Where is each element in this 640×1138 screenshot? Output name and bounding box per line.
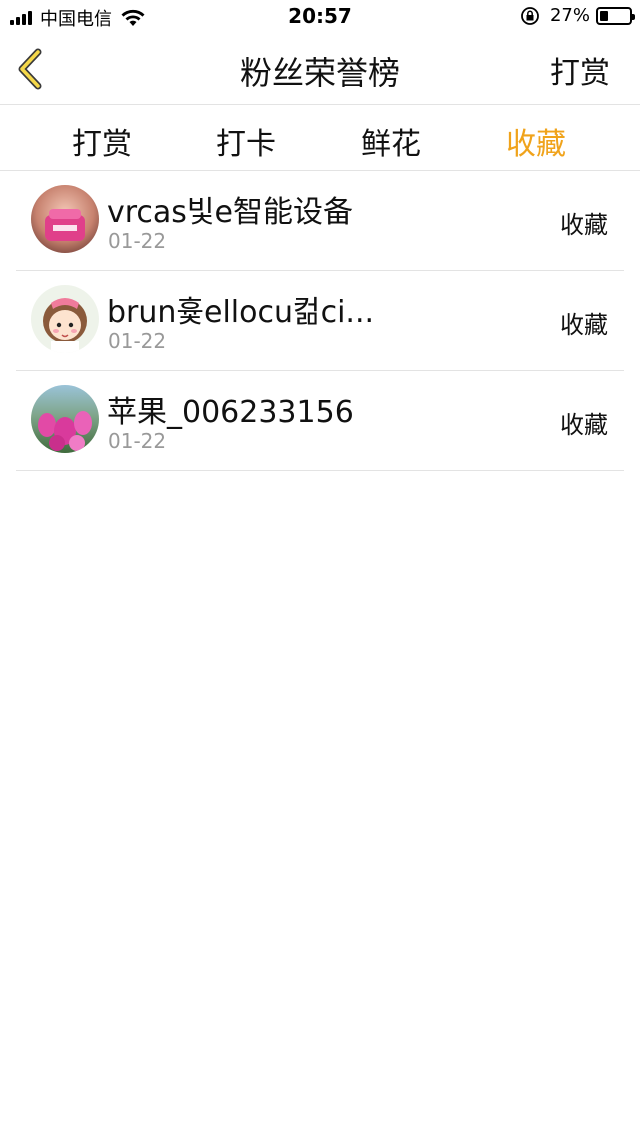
tab-reward[interactable]: 打赏 bbox=[42, 119, 162, 163]
avatar-photo-pink-object-icon[interactable] bbox=[31, 185, 99, 253]
list-item[interactable]: brun흋ellocu컮ci... 01-22 收藏 bbox=[16, 271, 624, 371]
tab-checkin[interactable]: 打卡 bbox=[186, 119, 306, 163]
rotation-lock-icon bbox=[521, 6, 539, 25]
battery-icon bbox=[596, 6, 635, 25]
tab-flowers[interactable]: 鲜花 bbox=[331, 119, 451, 163]
status-bar: 中国电信 20:57 27% bbox=[0, 0, 640, 34]
page-title: 粉丝荣誉榜 bbox=[239, 54, 400, 92]
list-item[interactable]: 苹果_006233156 01-22 收藏 bbox=[16, 371, 624, 471]
action-label: 收藏 bbox=[560, 311, 608, 339]
reward-button[interactable]: 打赏 bbox=[550, 48, 610, 92]
item-date: 01-22 bbox=[108, 429, 167, 453]
item-date: 01-22 bbox=[108, 229, 167, 253]
tab-favorites[interactable]: 收藏 bbox=[476, 119, 596, 163]
user-name: brun흋ellocu컮ci... bbox=[107, 295, 375, 330]
fan-list: vrcas빛e智能设备 01-22 收藏 brun흋ellocu컮ci... 0… bbox=[0, 171, 640, 471]
battery-percent: 27% bbox=[549, 5, 590, 26]
battery-fill bbox=[600, 10, 608, 21]
status-right: 27% bbox=[520, 5, 635, 26]
avatar-photo-flowers-icon[interactable] bbox=[31, 385, 99, 453]
item-date: 01-22 bbox=[108, 329, 167, 353]
navigation-bar: 粉丝荣誉榜 打赏 bbox=[0, 34, 640, 105]
user-name: vrcas빛e智能设备 bbox=[107, 195, 353, 230]
list-item[interactable]: vrcas빛e智能设备 01-22 收藏 bbox=[16, 171, 624, 271]
action-label: 收藏 bbox=[560, 211, 608, 239]
user-name: 苹果_006233156 bbox=[107, 395, 354, 430]
avatar-cartoon-girl-icon[interactable] bbox=[31, 285, 99, 353]
tab-bar: 打赏 打卡 鲜花 收藏 bbox=[0, 105, 640, 171]
action-label: 收藏 bbox=[560, 411, 608, 439]
